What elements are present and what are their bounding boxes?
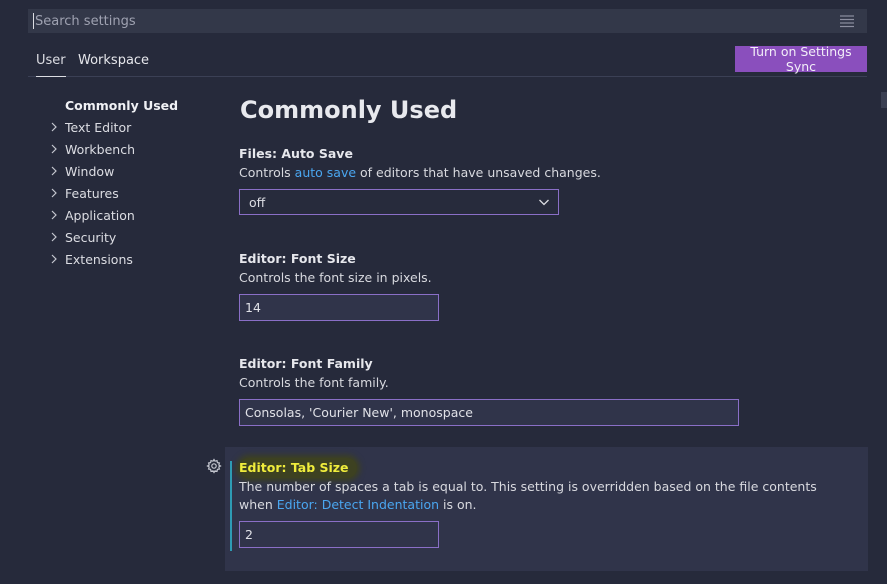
setting-description: Controls the font size in pixels. bbox=[239, 270, 432, 285]
toc-item-text-editor[interactable]: Text Editor bbox=[48, 116, 218, 138]
page-title: Commonly Used bbox=[240, 96, 458, 124]
toc-item-extensions[interactable]: Extensions bbox=[48, 248, 218, 270]
chevron-right-icon bbox=[51, 254, 57, 264]
chevron-right-icon bbox=[51, 144, 57, 154]
text-cursor bbox=[33, 13, 34, 29]
setting-description: Controls the font family. bbox=[239, 375, 389, 390]
search-bar[interactable] bbox=[28, 9, 867, 33]
toc-item-label: Text Editor bbox=[65, 119, 132, 135]
setting-editor-font-family: Editor: Font Family Controls the font fa… bbox=[225, 354, 868, 426]
toc-item-window[interactable]: Window bbox=[48, 160, 218, 182]
scrollbar-thumb[interactable] bbox=[881, 92, 887, 108]
setting-title: Files: Auto Save bbox=[239, 146, 353, 161]
font-size-input[interactable] bbox=[239, 294, 439, 321]
search-highlight: Editor: Tab Size bbox=[239, 458, 357, 478]
tab-user[interactable]: User bbox=[36, 53, 66, 77]
toc-item-label: Workbench bbox=[65, 141, 135, 157]
toc-item-label: Extensions bbox=[65, 251, 133, 267]
setting-description: Controls auto save of editors that have … bbox=[239, 164, 868, 182]
description-text: of editors that have unsaved changes. bbox=[356, 165, 601, 180]
setting-description: The number of spaces a tab is equal to. … bbox=[239, 478, 868, 514]
detect-indentation-link[interactable]: Editor: Detect Indentation bbox=[277, 497, 439, 512]
toc-item-label: Application bbox=[65, 207, 135, 223]
select-value: off bbox=[249, 194, 266, 210]
toc-item-security[interactable]: Security bbox=[48, 226, 218, 248]
toc-item-label: Features bbox=[65, 185, 119, 201]
toc-item-application[interactable]: Application bbox=[48, 204, 218, 226]
tab-workspace[interactable]: Workspace bbox=[78, 53, 149, 77]
toc-item-label: Commonly Used bbox=[65, 97, 179, 113]
setting-title: Editor: Tab Size bbox=[239, 458, 868, 478]
auto-save-link[interactable]: auto save bbox=[295, 165, 356, 180]
setting-editor-tab-size: Editor: Tab Size The number of spaces a … bbox=[225, 447, 868, 571]
focus-indicator bbox=[230, 461, 232, 551]
setting-editor-font-size: Editor: Font Size Controls the font size… bbox=[225, 249, 868, 321]
toc-item-features[interactable]: Features bbox=[48, 182, 218, 204]
chevron-right-icon bbox=[51, 188, 57, 198]
settings-scope-tabs: User Workspace Turn on Settings Sync bbox=[28, 44, 867, 77]
setting-title: Editor: Font Size bbox=[239, 251, 356, 266]
chevron-right-icon bbox=[51, 122, 57, 132]
chevron-down-icon bbox=[539, 199, 549, 206]
chevron-right-icon bbox=[51, 210, 57, 220]
filter-icon[interactable] bbox=[839, 14, 855, 28]
auto-save-select[interactable]: off bbox=[239, 189, 559, 215]
toc-item-label: Security bbox=[65, 229, 117, 245]
font-family-input[interactable] bbox=[239, 399, 739, 426]
turn-on-settings-sync-button[interactable]: Turn on Settings Sync bbox=[735, 44, 867, 74]
chevron-right-icon bbox=[51, 232, 57, 242]
tab-size-input[interactable] bbox=[239, 521, 439, 548]
toc-item-label: Window bbox=[65, 163, 115, 179]
toc-item-workbench[interactable]: Workbench bbox=[48, 138, 218, 160]
description-text: is on. bbox=[439, 497, 477, 512]
toc-item-commonly-used[interactable]: Commonly Used bbox=[48, 94, 218, 116]
setting-files-auto-save: Files: Auto Save Controls auto save of e… bbox=[225, 144, 868, 215]
gear-icon[interactable] bbox=[206, 458, 222, 474]
chevron-right-icon bbox=[51, 166, 57, 176]
description-text: Controls bbox=[239, 165, 295, 180]
setting-title: Editor: Font Family bbox=[239, 356, 373, 371]
settings-toc: Commonly Used Text Editor Workbench Wind… bbox=[48, 94, 218, 270]
search-input[interactable] bbox=[35, 13, 839, 29]
